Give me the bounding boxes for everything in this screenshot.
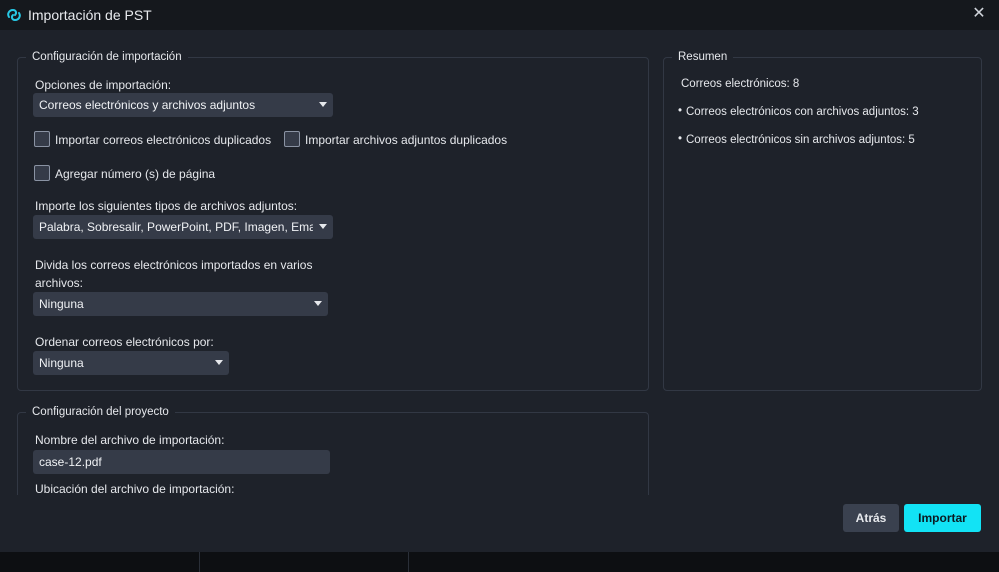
import-options-select[interactable]: Correos electrónicos y archivos adjuntos [33, 93, 333, 117]
split-label-line1: Divida los correos electrónicos importad… [35, 258, 313, 272]
close-icon[interactable]: ✕ [971, 6, 987, 22]
filename-input[interactable]: case-12.pdf [33, 450, 330, 474]
chevron-down-icon [319, 224, 327, 229]
split-select[interactable]: Ninguna [33, 292, 328, 316]
filename-label: Nombre del archivo de importación: [35, 433, 225, 447]
app-logo-icon [7, 8, 21, 22]
attachment-types-value: Palabra, Sobresalir, PowerPoint, PDF, Im… [39, 220, 313, 234]
import-config-legend: Configuración de importación [26, 50, 188, 64]
attachment-types-select[interactable]: Palabra, Sobresalir, PowerPoint, PDF, Im… [33, 215, 333, 239]
summary-legend: Resumen [672, 50, 734, 64]
summary-with-attachments: Correos electrónicos con archivos adjunt… [686, 106, 919, 118]
sort-label: Ordenar correos electrónicos por: [35, 335, 214, 349]
page-numbers-label: Agregar número (s) de página [55, 167, 216, 181]
chevron-down-icon [314, 301, 322, 306]
window-title: Importación de PST [28, 7, 152, 23]
attachment-types-label: Importe los siguientes tipos de archivos… [35, 199, 298, 213]
bottom-strip [0, 552, 999, 572]
location-label: Ubicación del archivo de importación: [35, 482, 235, 496]
summary-bullet-icon: • [678, 133, 683, 145]
import-options-label: Opciones de importación: [35, 78, 172, 92]
dup-attachments-checkbox[interactable] [284, 131, 300, 147]
bottom-divider [408, 552, 409, 572]
dup-attachments-label: Importar archivos adjuntos duplicados [305, 133, 508, 147]
project-config-legend: Configuración del proyecto [26, 405, 175, 419]
split-value: Ninguna [39, 297, 84, 311]
dup-emails-label: Importar correos electrónicos duplicados [55, 133, 272, 147]
summary-bullet-icon: • [678, 105, 683, 117]
title-bar: Importación de PST ✕ [0, 0, 999, 30]
sort-value: Ninguna [39, 356, 84, 370]
chevron-down-icon [215, 360, 223, 365]
dup-emails-checkbox[interactable] [34, 131, 50, 147]
page-numbers-checkbox[interactable] [34, 165, 50, 181]
import-options-value: Correos electrónicos y archivos adjuntos [39, 98, 256, 112]
summary-without-attachments: Correos electrónicos sin archivos adjunt… [686, 134, 915, 146]
import-button[interactable]: Importar [904, 504, 981, 532]
back-button[interactable]: Atrás [843, 504, 899, 532]
summary-total: Correos electrónicos: 8 [681, 78, 800, 90]
split-label-line2: archivos: [35, 276, 84, 290]
sort-select[interactable]: Ninguna [33, 351, 229, 375]
chevron-down-icon [319, 102, 327, 107]
bottom-divider [199, 552, 200, 572]
